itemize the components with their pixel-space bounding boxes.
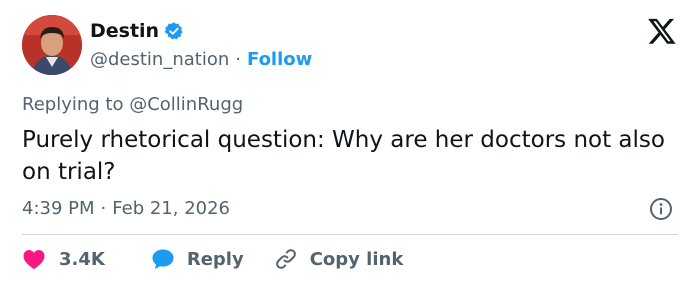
timestamp-separator: ·: [100, 198, 107, 219]
likes-count: 3.4K: [59, 248, 105, 270]
action-bar: 3.4K Reply Copy link: [22, 247, 403, 271]
author-handle-row: @destin_nation · Follow: [90, 49, 312, 70]
link-icon: [274, 247, 298, 271]
follow-button[interactable]: Follow: [247, 49, 312, 70]
author-handle[interactable]: @destin_nation: [90, 49, 229, 70]
heart-icon: [22, 248, 46, 270]
handle-separator: ·: [235, 49, 241, 70]
replying-to: Replying to @CollinRugg: [22, 94, 243, 115]
tweet-card: Destin @destin_nation · Follow Replying …: [0, 0, 700, 287]
reply-button[interactable]: Reply: [151, 248, 244, 270]
reply-bubble-icon: [151, 248, 175, 270]
replying-prefix: Replying to: [22, 94, 124, 115]
copy-link-label: Copy link: [309, 248, 404, 270]
copy-link-button[interactable]: Copy link: [274, 247, 404, 271]
tweet-text: Purely rhetorical question: Why are her …: [22, 127, 665, 185]
divider: [22, 234, 678, 235]
info-icon[interactable]: [649, 197, 673, 221]
tweet-timestamp[interactable]: 4:39 PM · Feb 21, 2026: [22, 198, 230, 219]
avatar[interactable]: [22, 15, 82, 75]
tweet-time: 4:39 PM: [22, 198, 95, 219]
replying-mention[interactable]: @CollinRugg: [129, 94, 243, 115]
reply-label: Reply: [186, 248, 244, 270]
verified-badge-icon: [164, 21, 184, 41]
author-name[interactable]: Destin: [90, 20, 159, 42]
like-button[interactable]: 3.4K: [22, 248, 105, 270]
avatar-image: [22, 15, 82, 75]
x-logo-icon[interactable]: [646, 16, 678, 46]
author-name-row: Destin: [90, 20, 184, 42]
tweet-date: Feb 21, 2026: [112, 198, 231, 219]
